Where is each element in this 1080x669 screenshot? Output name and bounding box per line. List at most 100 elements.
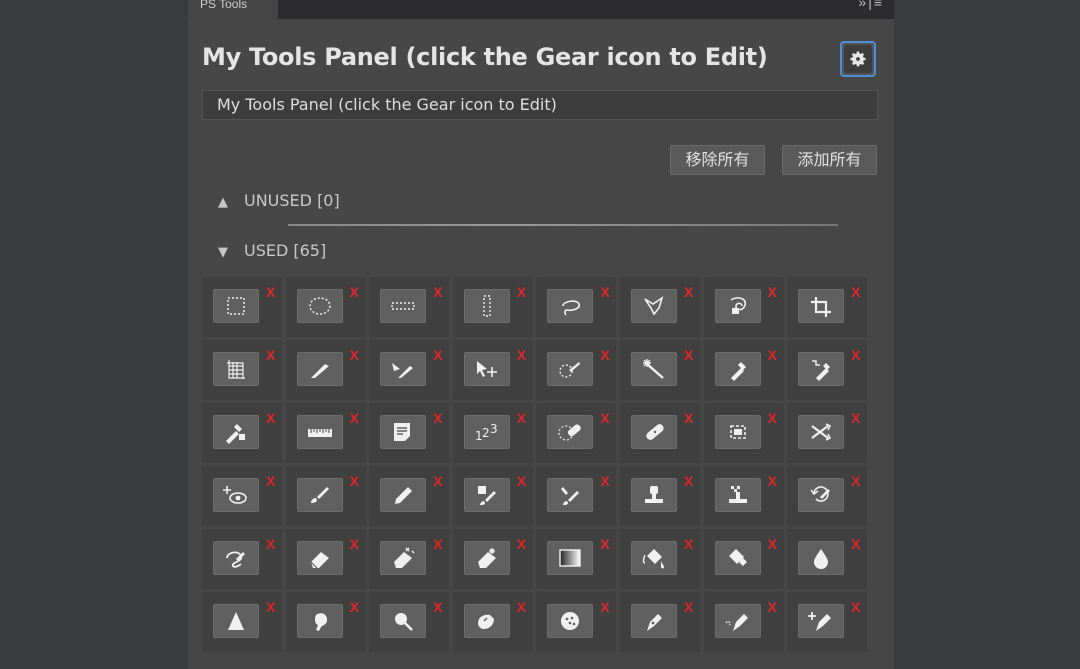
remove-tool-button[interactable]: X xyxy=(517,348,526,362)
remove-tool-button[interactable]: X xyxy=(768,537,777,551)
tool-button-quick-selection[interactable] xyxy=(547,352,594,386)
tool-button-pattern-stamp[interactable] xyxy=(714,478,761,512)
panel-menu-icons[interactable]: »|≡ xyxy=(858,0,884,10)
tool-button-sharpen[interactable] xyxy=(213,604,259,638)
remove-tool-button[interactable]: X xyxy=(517,474,526,488)
remove-tool-button[interactable]: X xyxy=(350,537,359,551)
remove-tool-button[interactable]: X xyxy=(433,474,442,488)
remove-tool-button[interactable]: X xyxy=(600,474,609,488)
tool-button-eyedropper[interactable] xyxy=(714,352,761,386)
tool-button-red-eye[interactable] xyxy=(213,478,259,512)
tool-button-pen[interactable] xyxy=(630,604,677,638)
remove-tool-button[interactable]: X xyxy=(600,537,609,551)
tool-button-3d-material-drop[interactable] xyxy=(714,541,761,575)
remove-tool-button[interactable]: X xyxy=(433,348,442,362)
remove-tool-button[interactable]: X xyxy=(768,474,777,488)
tool-button-art-history-brush[interactable] xyxy=(213,541,259,575)
remove-tool-button[interactable]: X xyxy=(266,600,275,614)
tool-button-blur[interactable] xyxy=(798,541,845,575)
tool-button-perspective-crop[interactable] xyxy=(213,352,259,386)
remove-tool-button[interactable]: X xyxy=(433,411,442,425)
remove-tool-button[interactable]: X xyxy=(266,348,275,362)
tool-button-spot-healing-brush[interactable] xyxy=(547,415,594,449)
tool-button-freeform-pen[interactable] xyxy=(714,604,761,638)
remove-tool-button[interactable]: X xyxy=(684,474,693,488)
remove-tool-button[interactable]: X xyxy=(517,411,526,425)
remove-tool-button[interactable]: X xyxy=(517,285,526,299)
tool-button-note[interactable] xyxy=(380,415,427,449)
tool-button-background-eraser[interactable] xyxy=(380,541,427,575)
tool-button-clone-stamp[interactable] xyxy=(630,478,677,512)
remove-tool-button[interactable]: X xyxy=(350,600,359,614)
tool-button-brush[interactable] xyxy=(296,478,343,512)
tool-button-ellipse-marquee[interactable] xyxy=(296,289,343,323)
tool-button-single-column-marquee[interactable] xyxy=(463,289,510,323)
remove-tool-button[interactable]: X xyxy=(768,411,777,425)
tab-ps-tools[interactable]: PS Tools xyxy=(188,0,278,19)
remove-tool-button[interactable]: X xyxy=(684,411,693,425)
tool-button-history-brush[interactable] xyxy=(798,478,845,512)
tool-button-lasso[interactable] xyxy=(547,289,594,323)
remove-tool-button[interactable]: X xyxy=(517,600,526,614)
tool-button-smudge[interactable] xyxy=(296,604,343,638)
remove-tool-button[interactable]: X xyxy=(851,348,860,362)
tool-button-polygonal-lasso[interactable] xyxy=(630,289,677,323)
tool-button-patch[interactable] xyxy=(714,415,761,449)
remove-tool-button[interactable]: X xyxy=(350,474,359,488)
tool-button-eraser[interactable] xyxy=(296,541,343,575)
gear-button[interactable] xyxy=(840,41,876,77)
tool-button-slice-select[interactable] xyxy=(380,352,427,386)
remove-tool-button[interactable]: X xyxy=(768,285,777,299)
remove-tool-button[interactable]: X xyxy=(600,285,609,299)
tool-button-ruler[interactable] xyxy=(296,415,343,449)
remove-tool-button[interactable]: X xyxy=(851,411,860,425)
tool-button-gradient[interactable] xyxy=(547,541,594,575)
tool-button-crop[interactable] xyxy=(798,289,845,323)
remove-tool-button[interactable]: X xyxy=(600,600,609,614)
remove-tool-button[interactable]: X xyxy=(433,285,442,299)
used-section-header[interactable]: ▼ USED [65] xyxy=(218,241,326,260)
remove-tool-button[interactable]: X xyxy=(851,600,860,614)
tool-button-pencil[interactable] xyxy=(380,478,427,512)
remove-tool-button[interactable]: X xyxy=(851,537,860,551)
tool-button-count[interactable]: 123 xyxy=(463,415,510,449)
remove-tool-button[interactable]: X xyxy=(600,348,609,362)
remove-all-button[interactable]: 移除所有 xyxy=(670,145,765,175)
remove-tool-button[interactable]: X xyxy=(266,285,275,299)
remove-tool-button[interactable]: X xyxy=(684,285,693,299)
remove-tool-button[interactable]: X xyxy=(600,411,609,425)
remove-tool-button[interactable]: X xyxy=(684,600,693,614)
tool-button-healing-brush[interactable] xyxy=(630,415,677,449)
tool-button-paint-bucket[interactable] xyxy=(630,541,677,575)
tool-button-add-anchor-point[interactable] xyxy=(798,604,845,638)
remove-tool-button[interactable]: X xyxy=(851,474,860,488)
remove-tool-button[interactable]: X xyxy=(266,474,275,488)
remove-tool-button[interactable]: X xyxy=(433,600,442,614)
tool-button-slice[interactable] xyxy=(296,352,343,386)
remove-tool-button[interactable]: X xyxy=(266,537,275,551)
remove-tool-button[interactable]: X xyxy=(768,600,777,614)
remove-tool-button[interactable]: X xyxy=(768,348,777,362)
tool-button-move[interactable] xyxy=(463,352,510,386)
tool-button-burn[interactable] xyxy=(463,604,510,638)
tool-button-mixer-brush[interactable] xyxy=(547,478,594,512)
remove-tool-button[interactable]: X xyxy=(266,411,275,425)
remove-tool-button[interactable]: X xyxy=(433,537,442,551)
tool-button-rect-marquee[interactable] xyxy=(213,289,259,323)
tool-button-dodge[interactable] xyxy=(380,604,427,638)
remove-tool-button[interactable]: X xyxy=(350,285,359,299)
tool-button-sponge[interactable] xyxy=(547,604,594,638)
tool-button-single-row-marquee[interactable] xyxy=(380,289,427,323)
remove-tool-button[interactable]: X xyxy=(350,348,359,362)
tool-button-magic-eraser[interactable] xyxy=(463,541,510,575)
remove-tool-button[interactable]: X xyxy=(684,348,693,362)
tool-button-color-sampler[interactable] xyxy=(798,352,845,386)
remove-tool-button[interactable]: X xyxy=(684,537,693,551)
tool-button-content-aware-move[interactable] xyxy=(798,415,845,449)
unused-section-header[interactable]: ▲ UNUSED [0] xyxy=(218,191,340,210)
add-all-button[interactable]: 添加所有 xyxy=(782,145,877,175)
tool-button-color-replacement[interactable] xyxy=(463,478,510,512)
tool-button-magic-wand[interactable] xyxy=(630,352,677,386)
panel-name-field[interactable]: My Tools Panel (click the Gear icon to E… xyxy=(202,90,878,120)
tool-button-magnetic-lasso[interactable] xyxy=(714,289,761,323)
